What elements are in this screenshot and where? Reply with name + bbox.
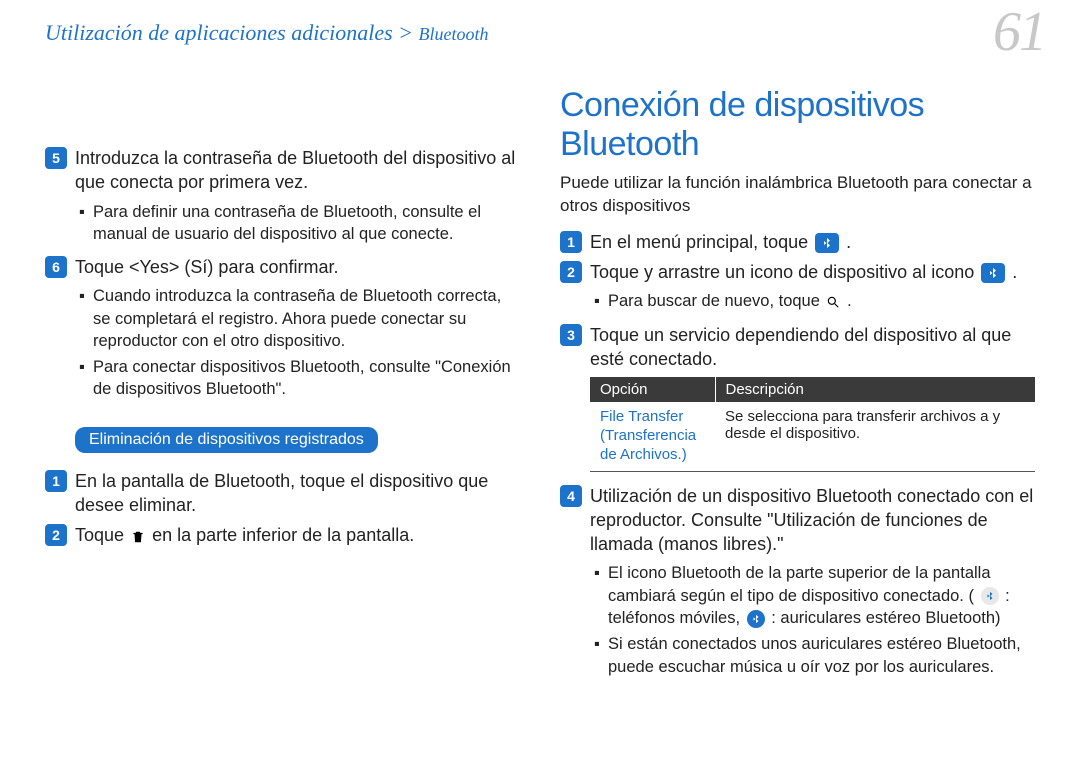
breadcrumb-sub: Bluetooth bbox=[419, 24, 489, 44]
table-header-description: Descripción bbox=[715, 377, 1035, 402]
list-item: ▪Cuando introduzca la contraseña de Blue… bbox=[79, 285, 520, 352]
step-number-icon: 1 bbox=[560, 231, 582, 253]
step-number-icon: 3 bbox=[560, 324, 582, 346]
step-number-icon: 2 bbox=[45, 524, 67, 546]
step-number-icon: 2 bbox=[560, 261, 582, 283]
table-row: File Transfer (Transferencia de Archivos… bbox=[590, 402, 1035, 471]
step-number-icon: 1 bbox=[45, 470, 67, 492]
breadcrumb-main: Utilización de aplicaciones adicionales … bbox=[45, 20, 419, 45]
trash-icon bbox=[131, 529, 145, 545]
options-table: Opción Descripción File Transfer (Transf… bbox=[590, 377, 1035, 471]
right-column: Conexión de dispositivos Bluetooth Puede… bbox=[560, 86, 1035, 688]
delete-step-1: 1 En la pantalla de Bluetooth, toque el … bbox=[45, 469, 520, 518]
step-5-text: Introduzca la contraseña de Bluetooth de… bbox=[75, 146, 520, 195]
delete-step-2-text: Toque en la parte inferior de la pantall… bbox=[75, 523, 414, 547]
r-step-1: 1 En el menú principal, toque . bbox=[560, 230, 1035, 254]
step-5: 5 Introduzca la contraseña de Bluetooth … bbox=[45, 146, 520, 195]
bluetooth-phone-icon bbox=[981, 587, 999, 605]
list-item: ▪ El icono Bluetooth de la parte superio… bbox=[594, 562, 1035, 629]
step-number-icon: 6 bbox=[45, 256, 67, 278]
section-heading-pill: Eliminación de dispositivos registrados bbox=[75, 427, 378, 453]
page-number: 61 bbox=[993, 0, 1045, 64]
delete-step-1-text: En la pantalla de Bluetooth, toque el di… bbox=[75, 469, 520, 518]
list-item: ▪Para conectar dispositivos Bluetooth, c… bbox=[79, 356, 520, 401]
list-item: ▪ Para buscar de nuevo, toque . bbox=[594, 290, 1035, 312]
section-intro: Puede utilizar la función inalámbrica Bl… bbox=[560, 172, 1035, 218]
section-title: Conexión de dispositivos Bluetooth bbox=[560, 86, 1035, 164]
r-step-4-text: Utilización de un dispositivo Bluetooth … bbox=[590, 484, 1035, 557]
r-step-4: 4 Utilización de un dispositivo Bluetoot… bbox=[560, 484, 1035, 557]
table-header-option: Opción bbox=[590, 377, 715, 402]
bluetooth-menu-icon bbox=[815, 233, 839, 253]
list-item: ▪Para definir una contraseña de Bluetoot… bbox=[79, 201, 520, 246]
page-header: Utilización de aplicaciones adicionales … bbox=[45, 18, 1035, 66]
delete-step-2: 2 Toque en la parte inferior de la panta… bbox=[45, 523, 520, 547]
step-6-text: Toque <Yes> (Sí) para confirmar. bbox=[75, 255, 338, 279]
r-step-3-text: Toque un servicio dependiendo del dispos… bbox=[590, 323, 1035, 372]
table-cell-description: Se selecciona para transferir archivos a… bbox=[715, 402, 1035, 471]
search-icon bbox=[826, 295, 840, 309]
breadcrumb: Utilización de aplicaciones adicionales … bbox=[45, 18, 1035, 46]
table-cell-option: File Transfer (Transferencia de Archivos… bbox=[590, 402, 715, 471]
r-step-2: 2 Toque y arrastre un icono de dispositi… bbox=[560, 260, 1035, 284]
r-step-3: 3 Toque un servicio dependiendo del disp… bbox=[560, 323, 1035, 372]
step-number-icon: 5 bbox=[45, 147, 67, 169]
left-column: 5 Introduzca la contraseña de Bluetooth … bbox=[45, 86, 520, 688]
bluetooth-headset-icon bbox=[747, 610, 765, 628]
bluetooth-target-icon bbox=[981, 263, 1005, 283]
list-item: ▪Si están conectados unos auriculares es… bbox=[594, 633, 1035, 678]
step-number-icon: 4 bbox=[560, 485, 582, 507]
step-6: 6 Toque <Yes> (Sí) para confirmar. bbox=[45, 255, 520, 279]
